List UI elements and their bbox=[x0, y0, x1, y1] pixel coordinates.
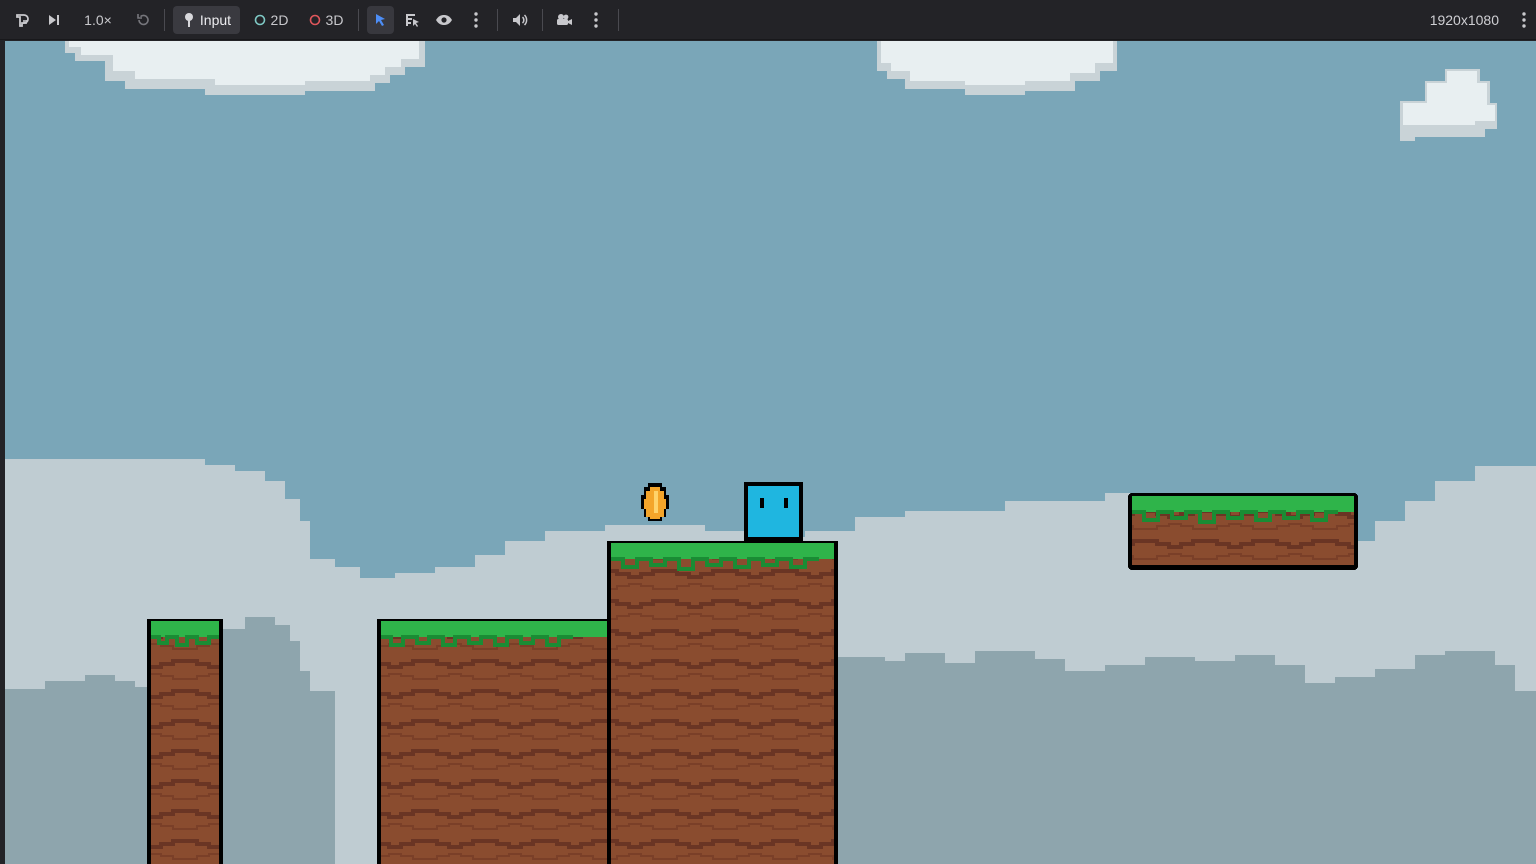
floating-platform bbox=[1128, 493, 1358, 570]
mute-audio-button[interactable] bbox=[507, 6, 533, 34]
visibility-button[interactable] bbox=[432, 6, 456, 34]
kebab-menu-icon bbox=[1522, 12, 1526, 28]
input-mode-button[interactable]: Input bbox=[173, 6, 240, 34]
select-mode-button[interactable] bbox=[367, 6, 394, 34]
player-character bbox=[744, 482, 803, 541]
circle-2d-icon bbox=[254, 14, 265, 26]
circle-3d-icon bbox=[309, 14, 320, 26]
camera-override-button[interactable] bbox=[551, 6, 577, 34]
mode-2d-label: 2D bbox=[270, 12, 289, 28]
kebab-menu-icon bbox=[474, 12, 478, 28]
game-scene bbox=[5, 41, 1536, 864]
terrain-pillar-left bbox=[147, 619, 223, 864]
toolbar-separator bbox=[358, 9, 359, 31]
coin bbox=[641, 483, 669, 521]
terrain-block-raised bbox=[607, 541, 838, 864]
suspend-game-button[interactable] bbox=[10, 6, 34, 34]
game-toolbar: 1.0× Input 2D 3D 1920x1080 bbox=[0, 0, 1536, 40]
speaker-icon bbox=[513, 14, 528, 26]
kebab-menu-icon bbox=[594, 12, 598, 28]
next-frame-button[interactable] bbox=[42, 6, 66, 34]
joystick-icon bbox=[184, 13, 193, 27]
input-mode-label: Input bbox=[199, 12, 232, 28]
time-scale-button[interactable]: 1.0× bbox=[76, 6, 120, 34]
toolbar-separator bbox=[497, 9, 498, 31]
camera-icon bbox=[557, 14, 572, 25]
list-select-button[interactable] bbox=[400, 6, 424, 34]
reset-icon bbox=[137, 14, 149, 26]
game-viewport[interactable] bbox=[5, 41, 1536, 864]
selection-options-button[interactable] bbox=[466, 6, 486, 34]
game-pause-icon bbox=[16, 14, 29, 27]
mode-2d-button[interactable]: 2D bbox=[248, 6, 294, 34]
mode-3d-button[interactable]: 3D bbox=[302, 6, 350, 34]
time-scale-label: 1.0× bbox=[84, 12, 112, 28]
step-forward-icon bbox=[49, 15, 59, 25]
resolution-label: 1920x1080 bbox=[1429, 12, 1499, 28]
terrain-block-lower bbox=[377, 619, 613, 864]
toolbar-separator bbox=[164, 9, 165, 31]
embed-options-button[interactable] bbox=[1514, 6, 1534, 34]
cursor-arrow-icon bbox=[375, 14, 385, 26]
list-pointer-icon bbox=[406, 14, 419, 27]
toolbar-separator bbox=[542, 9, 543, 31]
reset-time-scale-button[interactable] bbox=[130, 6, 156, 34]
eye-icon bbox=[436, 15, 452, 25]
toolbar-separator bbox=[618, 9, 619, 31]
mode-3d-label: 3D bbox=[325, 12, 344, 28]
camera-options-button[interactable] bbox=[586, 6, 606, 34]
